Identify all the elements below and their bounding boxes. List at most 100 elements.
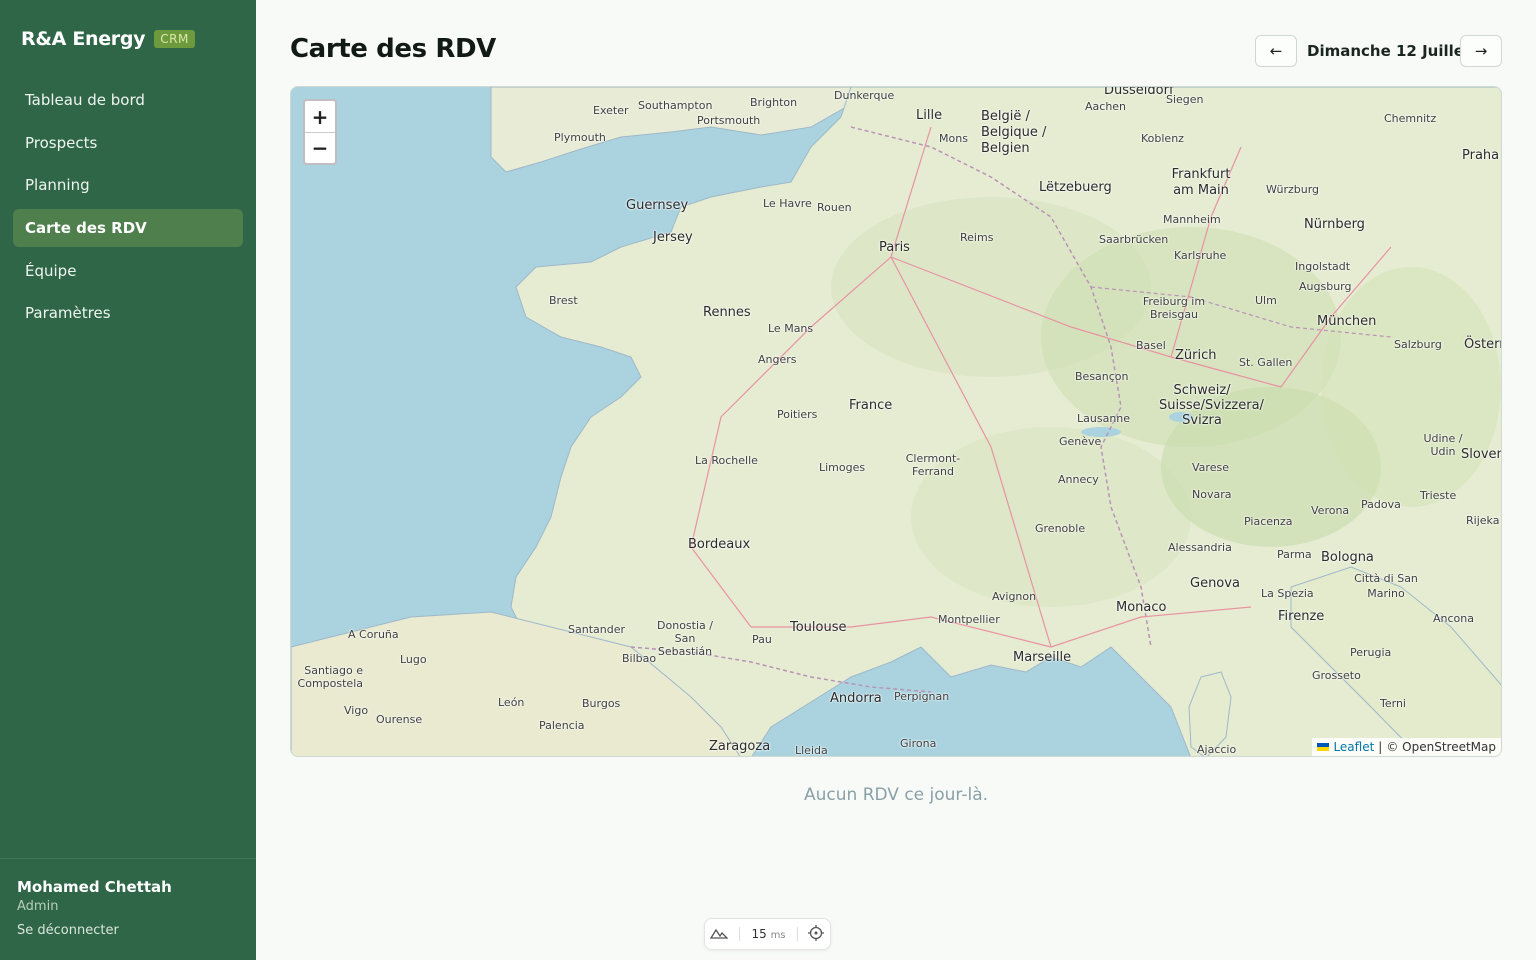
crm-badge: CRM	[154, 30, 195, 48]
map-label-perpignan: Perpignan	[894, 690, 950, 703]
map-label-siegen: Siegen	[1166, 93, 1204, 106]
user-role: Admin	[17, 899, 59, 914]
sidebar-item-parametres[interactable]: Paramètres	[13, 294, 243, 332]
map-label-aachen: Aachen	[1085, 100, 1127, 113]
page-title: Carte des RDV	[290, 34, 496, 64]
map-label-paris: Paris	[879, 240, 910, 255]
map-label-lehavre: Le Havre	[763, 197, 812, 210]
map-label-portsmouth: Portsmouth	[697, 114, 761, 127]
map-label-clermont: Clermont- Ferrand	[905, 452, 961, 478]
date-navigator: ← Dimanche 12 Juillet →	[1255, 35, 1502, 67]
map-label-nurnberg: Nürnberg	[1304, 217, 1365, 232]
map-label-trieste: Trieste	[1420, 489, 1457, 502]
sidebar-item-carte-des-rdv[interactable]: Carte des RDV	[13, 209, 243, 248]
map-label-lacoruna: A Coruña	[348, 628, 399, 641]
map-label-schweiz: Schweiz/ Suisse/Svizzera/ Svizra	[1159, 383, 1264, 428]
map-label-ajaccio: Ajaccio	[1197, 743, 1237, 756]
attribution-separator: |	[1378, 740, 1383, 754]
map-label-france: France	[849, 398, 893, 413]
map-label-lausanne: Lausanne	[1077, 412, 1131, 425]
arrow-right-icon: →	[1474, 42, 1488, 60]
map-label-praha: Praha	[1462, 148, 1500, 163]
crosshair-icon[interactable]	[808, 924, 825, 944]
map-label-donostia: Donostia / San Sebastián	[657, 619, 713, 658]
mountain-icon	[710, 927, 730, 942]
map-label-rijeka: Rijeka	[1466, 514, 1500, 527]
sidebar-item-prospects[interactable]: Prospects	[13, 124, 243, 162]
sidebar-item-tableau-de-bord[interactable]: Tableau de bord	[13, 81, 243, 119]
zoom-in-button[interactable]: +	[305, 101, 335, 132]
next-day-button[interactable]: →	[1460, 35, 1502, 67]
leaflet-link[interactable]: Leaflet	[1317, 740, 1374, 754]
map-label-laspezia: La Spezia	[1261, 587, 1314, 600]
map-label-bologna: Bologna	[1321, 550, 1374, 565]
performance-widget[interactable]: 15 ms	[704, 918, 831, 950]
perf-separator	[796, 927, 798, 941]
map-label-poitiers: Poitiers	[777, 408, 818, 421]
sidebar-item-equipe[interactable]: Équipe	[13, 252, 243, 290]
map-label-mons: Mons	[939, 132, 968, 145]
map-label-firenze: Firenze	[1278, 609, 1325, 624]
zoom-control: + −	[303, 99, 337, 165]
map-label-karlsruhe: Karlsruhe	[1174, 249, 1227, 262]
map-label-piacenza: Piacenza	[1244, 515, 1293, 528]
map-label-saarbrucken: Saarbrücken	[1099, 233, 1169, 246]
perf-separator	[739, 927, 741, 941]
sidebar: R&A Energy CRM Tableau de bord Prospects…	[0, 0, 256, 960]
map-label-slovenija: Sloven	[1461, 447, 1502, 462]
user-name: Mohamed Chettah	[17, 878, 172, 896]
map-label-padova: Padova	[1361, 498, 1401, 511]
previous-day-button[interactable]: ←	[1255, 35, 1297, 67]
logout-link[interactable]: Se déconnecter	[17, 923, 239, 938]
map-label-salzburg: Salzburg	[1394, 338, 1442, 351]
current-date-label: Dimanche 12 Juillet	[1307, 42, 1472, 60]
map-label-larochelle: La Rochelle	[695, 454, 758, 467]
map-label-parma: Parma	[1277, 548, 1312, 561]
render-time: 15 ms	[751, 927, 786, 941]
map-label-monaco: Monaco	[1116, 600, 1167, 615]
map-label-montpellier: Montpellier	[938, 613, 1000, 626]
map-label-freiburg: Freiburg im Breisgau	[1142, 295, 1206, 321]
ukraine-flag-icon	[1317, 743, 1330, 751]
map-label-grosseto: Grosseto	[1312, 669, 1361, 682]
user-panel: Mohamed Chettah Admin Se déconnecter	[0, 858, 256, 960]
map-label-angers: Angers	[758, 353, 797, 366]
map-label-lleida: Lleida	[795, 744, 828, 757]
map-label-lille: Lille	[916, 108, 943, 123]
map-label-alessandria: Alessandria	[1168, 541, 1232, 554]
map-label-perugia: Perugia	[1350, 646, 1392, 659]
brand[interactable]: R&A Energy CRM	[21, 28, 195, 50]
map-label-pau: Pau	[752, 633, 772, 646]
map-label-andorra: Andorra	[830, 691, 882, 706]
map-label-lemans: Le Mans	[768, 322, 814, 335]
map-label-novara: Novara	[1192, 488, 1232, 501]
map-label-ancona: Ancona	[1433, 612, 1474, 625]
map-label-jersey: Jersey	[653, 230, 693, 245]
map-label-besancon: Besançon	[1075, 370, 1129, 383]
map-label-zaragoza: Zaragoza	[709, 739, 771, 754]
map-label-ingolstadt: Ingolstadt	[1295, 260, 1351, 273]
map-label-basel: Basel	[1136, 339, 1166, 352]
map-label-palencia: Palencia	[539, 719, 585, 732]
map-label-wurzburg: Würzburg	[1266, 183, 1320, 196]
map-label-koblenz: Koblenz	[1141, 132, 1184, 145]
map-label-limoges: Limoges	[819, 461, 866, 474]
map-attribution: Leaflet | © OpenStreetMap	[1312, 738, 1501, 756]
map-label-rouen: Rouen	[817, 201, 852, 214]
map-view[interactable]: Exeter Southampton Brighton Portsmouth P…	[290, 86, 1502, 757]
map-label-plymouth: Plymouth	[554, 131, 606, 144]
map-label-munchen: München	[1317, 314, 1377, 329]
map-label-reims: Reims	[960, 231, 994, 244]
sidebar-item-planning[interactable]: Planning	[13, 166, 243, 204]
map-label-annecy: Annecy	[1058, 473, 1099, 486]
map-label-dusseldorf: Düsseldorf	[1104, 86, 1174, 98]
map-label-ulm: Ulm	[1255, 294, 1277, 307]
map-label-stgallen: St. Gallen	[1239, 356, 1293, 369]
map-label-vigo: Vigo	[344, 704, 369, 717]
map-label-chemnitz: Chemnitz	[1384, 112, 1437, 125]
map-tiles	[291, 87, 1501, 756]
map-label-rennes: Rennes	[703, 305, 751, 320]
sidebar-nav: Tableau de bord Prospects Planning Carte…	[13, 81, 243, 337]
osm-attribution[interactable]: © OpenStreetMap	[1386, 740, 1496, 754]
zoom-out-button[interactable]: −	[305, 132, 335, 163]
